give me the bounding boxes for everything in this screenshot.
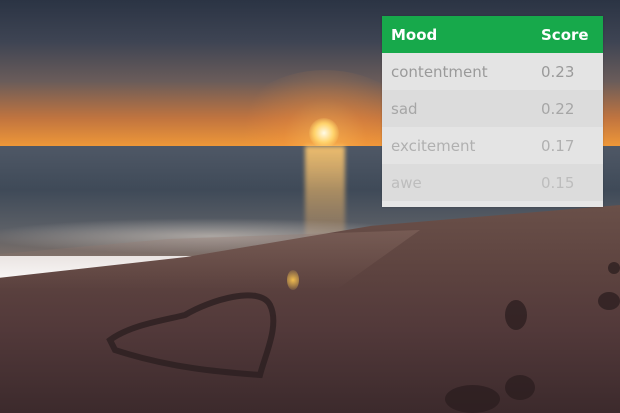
footprint <box>598 292 620 310</box>
table-row: awe 0.15 <box>382 164 603 201</box>
heart-drawn-in-sand <box>106 292 277 379</box>
table-header: Mood Score <box>382 16 603 53</box>
mood-cell: sad <box>391 99 418 118</box>
footprint <box>445 385 500 413</box>
table-row: contentment 0.23 <box>382 53 603 90</box>
mood-cell: contentment <box>391 62 488 81</box>
score-cell: 0.17 <box>541 136 575 155</box>
sun <box>309 118 339 148</box>
table-row: sad 0.22 <box>382 90 603 127</box>
footprint <box>505 300 527 330</box>
score-cell: 0.22 <box>541 99 575 118</box>
mood-cell: excitement <box>391 136 476 155</box>
mood-cell: awe <box>391 173 422 192</box>
score-cell: 0.15 <box>541 173 575 192</box>
footprint <box>505 375 535 400</box>
table-row: excitement 0.17 <box>382 127 603 164</box>
mood-column-header: Mood <box>391 25 438 44</box>
mood-score-table: Mood Score contentment 0.23 sad 0.22 exc… <box>382 16 603 207</box>
footprint <box>608 262 620 274</box>
score-column-header: Score <box>541 25 589 44</box>
score-cell: 0.23 <box>541 62 575 81</box>
